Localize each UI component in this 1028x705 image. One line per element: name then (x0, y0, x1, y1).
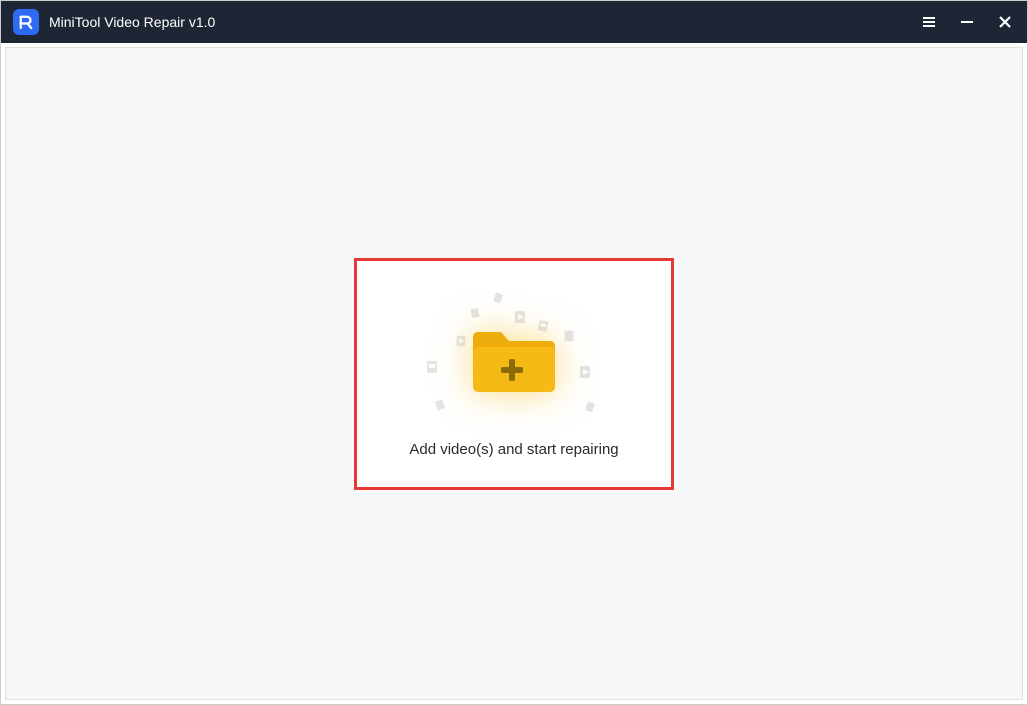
app-title: MiniTool Video Repair v1.0 (49, 14, 215, 30)
particle-icon (454, 334, 468, 348)
app-window: MiniTool Video Repair v1.0 (0, 0, 1028, 705)
add-video-dropzone[interactable]: Add video(s) and start repairing (354, 258, 674, 490)
particle-icon (582, 399, 597, 414)
dropzone-label: Add video(s) and start repairing (409, 441, 618, 458)
window-controls (919, 12, 1015, 32)
menu-icon[interactable] (919, 12, 939, 32)
particle-icon (468, 306, 483, 321)
titlebar: MiniTool Video Repair v1.0 (1, 1, 1027, 43)
content-area: Add video(s) and start repairing (5, 47, 1023, 700)
close-icon[interactable] (995, 12, 1015, 32)
particle-icon (577, 364, 593, 380)
folder-plus-icon (469, 323, 559, 395)
minimize-icon[interactable] (957, 12, 977, 32)
particle-icon (424, 359, 440, 375)
app-logo-icon (13, 9, 39, 35)
folder-illustration (414, 289, 614, 429)
particle-icon (490, 290, 505, 305)
particle-icon (432, 397, 447, 412)
particle-icon (562, 329, 576, 343)
